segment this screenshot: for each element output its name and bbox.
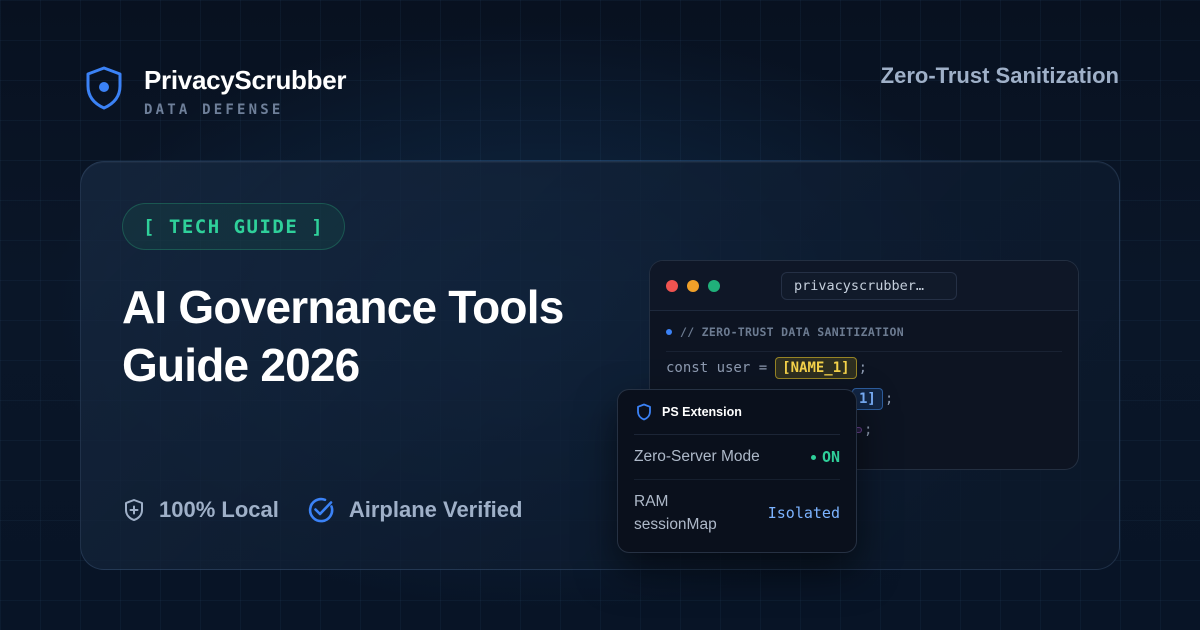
brand-tagline: DATA DEFENSE [144, 102, 284, 118]
title-line-1: AI Governance Tools [122, 281, 564, 333]
category-badge: [ TECH GUIDE ] [122, 203, 346, 250]
feature-airplane-label: Airplane Verified [348, 497, 523, 522]
feature-list: 100% Local Airplane Verified [123, 496, 550, 524]
popup-title: PS Extension [662, 405, 742, 419]
zero-server-mode-row[interactable]: Zero-Server Mode ON [634, 435, 840, 480]
code-line-1-suffix: ; [858, 359, 868, 376]
extension-popup: PS Extension Zero-Server Mode ON RAM ses… [617, 389, 857, 553]
page-title: AI Governance Tools Guide 2026 [122, 278, 642, 394]
feature-local: 100% Local [123, 497, 279, 523]
code-line-2-suffix: ; [884, 390, 894, 407]
brand-header: PrivacyScrubber DATA DEFENSE [84, 64, 346, 118]
shield-icon [637, 403, 651, 421]
title-line-2: Guide 2026 [122, 339, 360, 391]
code-line-3-suffix: ; [864, 421, 873, 438]
code-comment: // ZERO-TRUST DATA SANITIZATION [666, 325, 1062, 352]
shield-logo-icon [86, 66, 122, 110]
ram-sessionmap-value: Isolated [767, 504, 840, 522]
url-bar[interactable]: privacyscrubber… [781, 271, 957, 300]
code-line-1: const user = [NAME_1] ; [666, 352, 1062, 383]
feature-airplane: Airplane Verified [307, 496, 523, 524]
close-dot-icon[interactable] [666, 279, 678, 292]
code-line-1-prefix: const user = [666, 359, 768, 376]
ram-sessionmap-row: RAM sessionMap Isolated [634, 480, 840, 536]
zero-server-mode-value: ON [821, 448, 840, 466]
ram-sessionmap-label: RAM sessionMap [634, 493, 717, 533]
redaction-token-name: [NAME_1] [775, 356, 857, 379]
check-circle-icon [308, 497, 334, 523]
shield-plus-icon [125, 499, 143, 521]
header-tagline: Zero-Trust Sanitization [880, 63, 1119, 88]
zero-server-mode-status[interactable]: ON [810, 448, 840, 466]
brand-name: PrivacyScrubber [144, 65, 347, 95]
code-comment-text: // ZERO-TRUST DATA SANITIZATION [680, 325, 904, 339]
feature-local-label: 100% Local [159, 497, 279, 522]
minimize-dot-icon[interactable] [687, 279, 699, 292]
popup-header: PS Extension [634, 390, 840, 435]
zero-server-mode-label: Zero-Server Mode [634, 448, 760, 465]
status-dot-icon [810, 454, 816, 460]
comment-dot-icon [666, 329, 672, 335]
code-window-titlebar: privacyscrubber… [650, 261, 1078, 311]
maximize-dot-icon[interactable] [708, 279, 720, 292]
